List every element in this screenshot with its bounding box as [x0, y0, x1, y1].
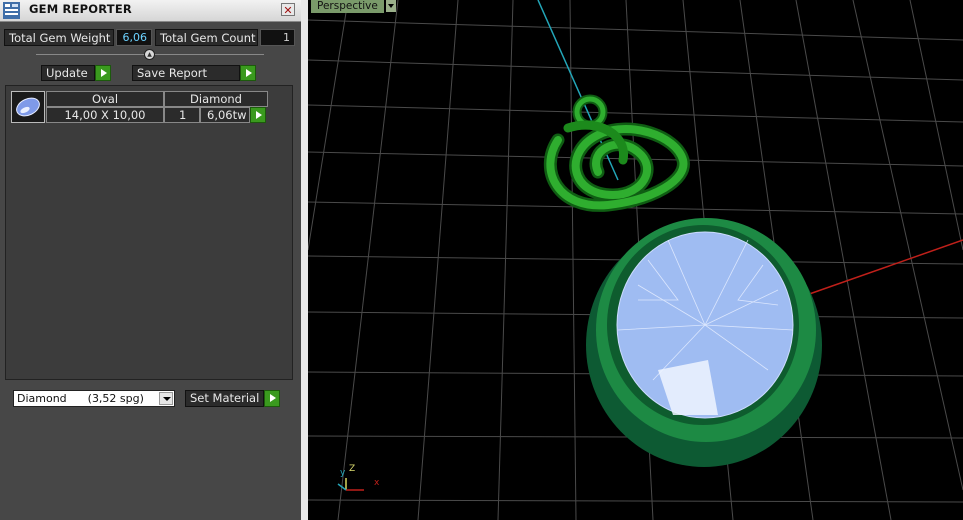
chevron-down-icon[interactable] — [159, 392, 173, 405]
update-button[interactable]: Update — [41, 65, 95, 81]
gem-size-cell: 14,00 X 10,00 — [46, 107, 164, 123]
set-material-button[interactable]: Set Material — [185, 390, 264, 407]
gem-row-arrow-icon[interactable] — [250, 107, 266, 123]
pendant-bail — [543, 94, 690, 212]
3d-viewport[interactable]: Perspective Z y x — [308, 0, 963, 520]
update-arrow-icon[interactable] — [95, 65, 111, 81]
slider-handle[interactable]: ▲ — [144, 49, 155, 60]
gem-material-cell: Diamond — [164, 91, 268, 107]
gem-setting — [586, 218, 822, 467]
viewport-label[interactable]: Perspective — [311, 0, 384, 13]
save-report-arrow-icon[interactable] — [240, 65, 256, 81]
app-icon — [3, 2, 20, 19]
material-select[interactable]: Diamond (3,52 spg) — [13, 390, 175, 407]
total-gem-count-label: Total Gem Count — [155, 29, 258, 46]
material-select-value: Diamond (3,52 spg) — [17, 392, 144, 405]
oval-gem-icon — [11, 91, 45, 123]
perspective-scene — [308, 0, 963, 520]
close-button[interactable]: ✕ — [281, 3, 295, 17]
gem-shape-cell: Oval — [46, 91, 164, 107]
set-material-arrow-icon[interactable] — [264, 390, 280, 407]
gem-weight-cell: 6,06tw — [200, 107, 250, 123]
total-gem-weight-label: Total Gem Weight — [4, 29, 114, 46]
gem-reporter-panel: GEM REPORTER ✕ Total Gem Weight 6,06 Tot… — [0, 0, 301, 520]
viewport-menu-arrow-icon[interactable] — [386, 0, 396, 12]
axis-x-label: x — [374, 478, 380, 488]
window-title: GEM REPORTER — [29, 2, 132, 16]
title-bar: GEM REPORTER ✕ — [0, 0, 301, 22]
gem-list — [5, 85, 293, 380]
axis-z-label: Z — [349, 464, 356, 474]
gem-count-cell: 1 — [164, 107, 200, 123]
axis-y-label: y — [340, 468, 346, 478]
save-report-button[interactable]: Save Report — [132, 65, 240, 81]
panel-divider[interactable] — [301, 0, 308, 520]
total-gem-count-value: 1 — [260, 29, 295, 46]
total-gem-weight-value: 6,06 — [116, 29, 152, 46]
